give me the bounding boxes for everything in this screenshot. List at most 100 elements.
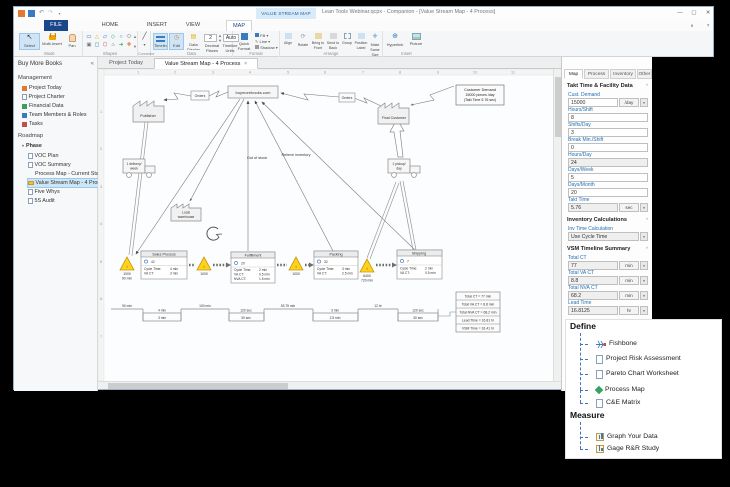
process-box-shipping[interactable]: Shipping 7 Cycle Time: 2 min VA CT: 0.5 … [397, 250, 442, 279]
send-to-back-button[interactable]: Send to Back [326, 33, 340, 50]
shape-icon[interactable]: ⌂ [109, 42, 117, 49]
cust-demand-unit[interactable]: /day [619, 98, 639, 107]
undo-icon[interactable]: ↶ [38, 10, 45, 17]
days-month-input[interactable]: 20 [568, 188, 648, 197]
line-button[interactable]: ✎ Line ▾ [255, 39, 279, 44]
sidebar-item-5s-audit[interactable]: 5S Audit [28, 197, 55, 205]
fill-button[interactable]: Fill ▾ [255, 33, 279, 38]
sidebar-item-financial-data[interactable]: Financial Data [22, 102, 63, 110]
rotate-button[interactable]: ⟳Rotate [296, 33, 310, 47]
position-label-button[interactable]: Position Label [354, 33, 368, 50]
multi-insert-button[interactable]: Multi-Insert [41, 33, 63, 50]
edit-time-button[interactable]: ◷ Edit Time [169, 33, 184, 50]
tab-view[interactable]: VIEW [180, 20, 206, 31]
help-icon[interactable]: ? [702, 21, 714, 30]
sidebar-item-voc-summary[interactable]: VOC Summary [28, 161, 71, 169]
picture-button[interactable]: Picture [407, 33, 425, 46]
center-website-node[interactable]: buymorebooks.com [228, 86, 278, 98]
lead-time-unit[interactable]: hr [619, 306, 639, 315]
sidebar-item-tasks[interactable]: Tasks [22, 120, 43, 128]
lead-time-unit-dropdown-icon[interactable]: ▾ [640, 306, 648, 315]
shape-icon[interactable]: ◇ [109, 34, 117, 41]
inv-time-calc-dropdown-icon[interactable]: ▾ [640, 232, 648, 241]
sidebar-item-process-map-current[interactable]: Process Map - Current State [28, 170, 103, 178]
shape-icon[interactable]: ⬭ [125, 34, 133, 41]
shape-icon[interactable]: ▭ [85, 34, 93, 41]
inv-time-calc-select[interactable]: Use Cycle Time [568, 232, 639, 241]
app-icon[interactable] [18, 10, 25, 17]
total-va-ct-unit-dropdown-icon[interactable]: ▾ [640, 276, 648, 285]
shape-icon[interactable]: ⬡ [101, 42, 109, 49]
vsm-canvas[interactable]: 12 34 56 78 910 11 12 34 56 7 [98, 69, 561, 381]
loop-arrow-icon[interactable] [207, 227, 222, 240]
inventory-triangle[interactable]: I 1000 [289, 257, 303, 276]
customer-demand-note[interactable]: Customer Demand 15000 pieces /day (Takt … [456, 85, 504, 105]
total-ct-unit[interactable]: min [619, 261, 639, 270]
cust-demand-input[interactable]: 15000 [568, 98, 618, 107]
total-nva-ct-unit-dropdown-icon[interactable]: ▾ [640, 291, 648, 300]
sidebar-item-project-charter[interactable]: Project Charter [22, 93, 65, 101]
doc-tab-project-today[interactable]: Project Today [104, 58, 148, 69]
cust-demand-unit-dropdown-icon[interactable]: ▾ [640, 98, 648, 107]
tool-item-pareto-chart-worksheet[interactable]: Pareto Chart Worksheet [596, 368, 679, 380]
publisher-node[interactable]: Publisher [133, 101, 164, 122]
tool-item-process-map[interactable]: Process Map [596, 384, 645, 396]
sidebar-item-team-members[interactable]: Team Members & Roles [22, 111, 87, 119]
takt-time-unit-dropdown-icon[interactable]: ▾ [640, 203, 648, 212]
panel-tab-process[interactable]: Process [584, 69, 609, 79]
days-week-input[interactable]: 5 [568, 173, 648, 182]
doc-tab-value-stream-map[interactable]: Value Stream Map - 4 Process × [154, 58, 258, 69]
save-icon[interactable] [28, 10, 35, 17]
collapse-section-icon[interactable]: ^ [646, 217, 648, 222]
timeline-summary-box[interactable]: Total CT = 77 min Total VA CT = 8.8 min … [456, 292, 500, 332]
phase-expand-icon[interactable]: ▾ [22, 142, 24, 150]
panel-tab-inventory[interactable]: Inventory [610, 69, 636, 79]
shape-icon[interactable]: ▣ [85, 42, 93, 49]
panel-tab-map[interactable]: Map [564, 69, 583, 79]
tool-item-fishbone[interactable]: Fishbone [596, 338, 637, 350]
sidebar-item-project-today[interactable]: Project Today [22, 84, 62, 92]
quick-format-button[interactable]: Quick Format [235, 33, 253, 50]
panel-tab-other[interactable]: Other [637, 69, 652, 79]
quick-access-dropdown-icon[interactable]: ▾ [56, 10, 63, 17]
timeline-toggle[interactable]: Timeline [153, 33, 168, 50]
minimize-button[interactable]: — [674, 9, 686, 18]
process-box-fulfillment[interactable]: Fulfillment 20 Cycle Time: 2 min VA CT: … [231, 252, 275, 283]
shipment-block-arrow[interactable] [390, 119, 404, 157]
total-ct-unit-dropdown-icon[interactable]: ▾ [640, 261, 648, 270]
tab-file[interactable]: FILE [44, 20, 68, 31]
redo-icon[interactable]: ↷ [47, 10, 54, 17]
tool-item-graph-your-data[interactable]: Graph Your Data [596, 431, 658, 443]
collapse-section-icon[interactable]: ^ [646, 246, 648, 251]
pan-button[interactable]: Pan [64, 33, 80, 50]
takt-time-unit[interactable]: sec [619, 203, 639, 212]
truck-right-node[interactable]: 1 pickup/ day [388, 159, 420, 177]
total-va-ct-unit[interactable]: min [619, 276, 639, 285]
orders-left-node[interactable]: Orders [191, 91, 209, 100]
inventory-triangle[interactable]: I 1000 [197, 257, 211, 276]
hours-shift-input[interactable]: 8 [568, 113, 648, 122]
hyperlink-button[interactable]: ⊕ Hyperlink [385, 33, 405, 47]
total-nva-ct-unit[interactable]: min [619, 291, 639, 300]
shifts-day-input[interactable]: 3 [568, 128, 648, 137]
tab-map[interactable]: MAP [226, 20, 252, 31]
tab-home[interactable]: HOME [96, 20, 124, 31]
shapes-scroll-down-icon[interactable]: ▼ [133, 43, 137, 51]
tab-insert[interactable]: INSERT [142, 20, 172, 31]
shadow-button[interactable]: Shadow ▾ [255, 45, 279, 50]
canvas-horizontal-scrollbar[interactable] [98, 381, 561, 389]
shapes-scroll-up-icon[interactable]: ▲ [133, 33, 137, 41]
process-box-sales[interactable]: Sales Process 42 Cycle Time: 4 min VA CT… [141, 251, 187, 279]
tool-item-ce-matrix[interactable]: C&E Matrix [596, 397, 640, 409]
canvas-vertical-scrollbar[interactable] [553, 69, 561, 381]
close-button[interactable]: ✕ [702, 9, 714, 18]
data-display-button[interactable]: ▤ Data Display [185, 33, 202, 50]
align-button[interactable]: Align [281, 33, 295, 45]
sidebar-item-five-whys[interactable]: Five Whys [28, 188, 60, 196]
inventory-triangle[interactable]: I 6400 720 min [360, 259, 374, 283]
tool-item-project-risk-assessment[interactable]: Project Risk Assessment [596, 353, 681, 365]
inventory-triangle[interactable]: I 1000 90 min [120, 257, 134, 281]
collapse-sidebar-icon[interactable]: « [91, 61, 94, 67]
final-customer-node[interactable]: Final Customer [378, 103, 409, 124]
maximize-button[interactable]: ▢ [688, 9, 700, 18]
